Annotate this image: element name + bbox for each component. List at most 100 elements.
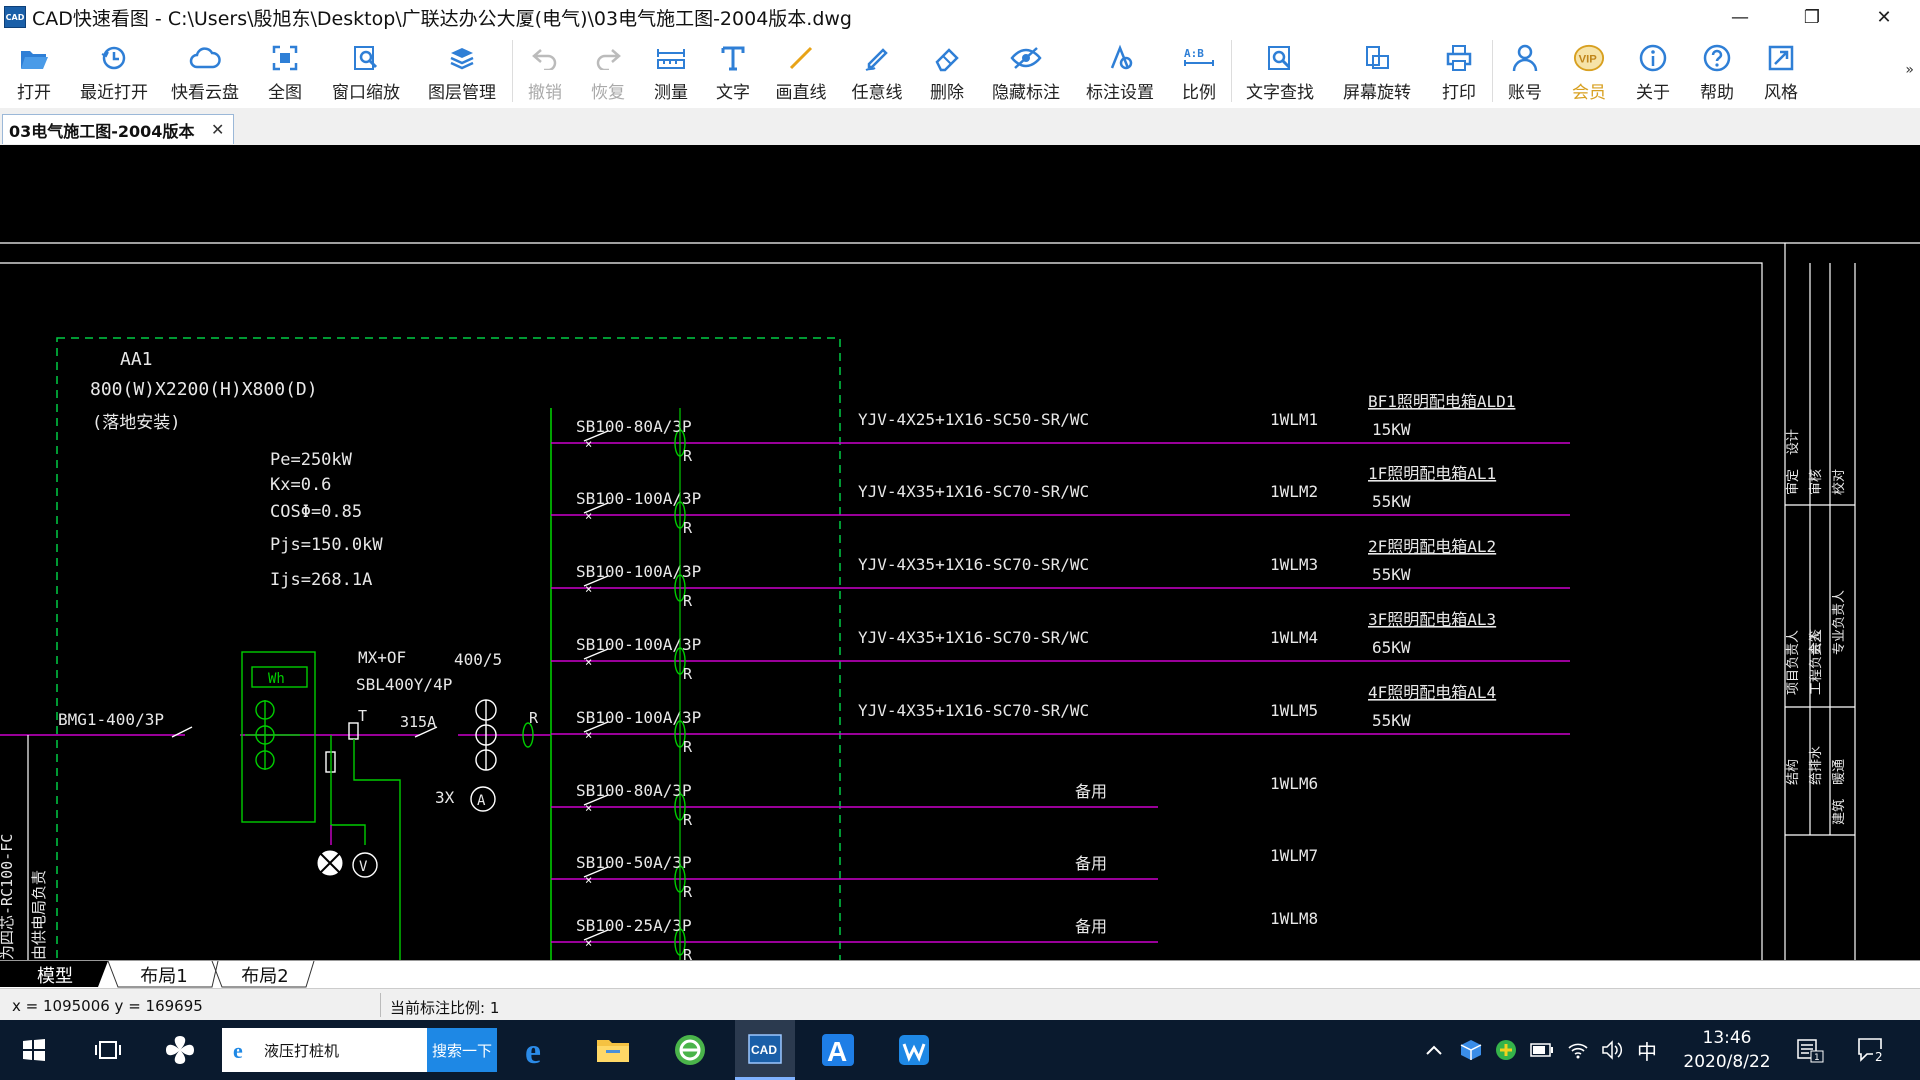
taskbar-search-input[interactable]: e 液压打桩机 [222, 1028, 427, 1072]
ime-indicator[interactable]: 中 [1630, 1020, 1664, 1080]
redo-button[interactable]: 恢复 [577, 34, 639, 108]
account-button[interactable]: 账号 [1493, 34, 1557, 108]
measure-icon [655, 42, 687, 74]
start-button[interactable] [4, 1020, 64, 1080]
cabinet-pjs: Pjs=150.0kW [270, 535, 383, 555]
action-center-button[interactable]: 1 [1790, 1020, 1830, 1080]
wifi-indicator[interactable] [1562, 1020, 1594, 1080]
wps-icon [899, 1035, 929, 1065]
feeder-cable: YJV-4X35+1X16-SC70-SR/WC [858, 701, 1089, 720]
close-button[interactable]: ✕ [1848, 0, 1920, 34]
search-button[interactable]: 搜索一下 [427, 1028, 497, 1072]
feeder-spare: 备用 [1075, 782, 1107, 801]
text-search-button[interactable]: 文字查找 [1232, 34, 1328, 108]
tray-security-button[interactable] [1490, 1020, 1522, 1080]
file-explorer-button[interactable] [583, 1020, 643, 1080]
feeder-circuit: 1WLM8 [1270, 909, 1318, 928]
notification-button[interactable]: 2 [1850, 1020, 1894, 1080]
security-plus-icon [1496, 1040, 1516, 1060]
recent-open-button[interactable]: 最近打开 [68, 34, 160, 108]
svg-text:e: e [233, 1039, 243, 1061]
document-tab[interactable]: 03电气施工图-2004版本 ✕ [2, 114, 234, 144]
annotation-settings-button[interactable]: 标注设置 [1073, 34, 1167, 108]
undo-button[interactable]: 撤销 [513, 34, 577, 108]
svg-text:VIP: VIP [1579, 54, 1598, 66]
cad-app-button[interactable]: CAD [735, 1020, 795, 1080]
hide-annotation-button[interactable]: 隐藏标注 [979, 34, 1073, 108]
action-count: 1 [1814, 1053, 1820, 1063]
zoom-window-button[interactable]: 窗口缩放 [320, 34, 412, 108]
taskbar-clock[interactable]: 13:46 2020/8/22 [1672, 1026, 1782, 1074]
style-button[interactable]: 风格 [1749, 34, 1813, 108]
print-icon [1443, 42, 1475, 74]
fit-all-button[interactable]: 全图 [250, 34, 320, 108]
feeder-r-label: R [683, 665, 693, 683]
feeder-r-label: R [683, 883, 693, 901]
feeder-breaker-label: SB100-80A/3P [576, 417, 692, 436]
speaker-icon [1602, 1040, 1623, 1060]
tray-cube-button[interactable] [1455, 1020, 1487, 1080]
scale-button[interactable]: A:B 比例 [1167, 34, 1231, 108]
about-button[interactable]: 关于 [1621, 34, 1685, 108]
cabinet-kx: Kx=0.6 [270, 475, 331, 495]
minimize-button[interactable]: — [1704, 0, 1776, 34]
font-a-icon: A [822, 1034, 854, 1067]
app-logo-icon: CAD [4, 6, 26, 28]
title-block-label: 审定 [1786, 469, 1801, 495]
feeder-r-label: R [683, 738, 693, 756]
title-block-label: 审核 [1809, 469, 1824, 495]
cabinet-name: AA1 [120, 349, 153, 370]
feeder-power: 55KW [1372, 565, 1411, 584]
cabinet-pe: Pe=250kW [270, 450, 353, 470]
feeder-r-label: R [683, 447, 693, 465]
supply-note: 由供电局负责 [30, 870, 48, 960]
feeder-group: ×SB100-80A/3PR1WLM1YJV-4X25+1X16-SC50-SR… [551, 392, 1570, 960]
draw-line-button[interactable]: 画直线 [763, 34, 839, 108]
cloud-drive-button[interactable]: 快看云盘 [160, 34, 250, 108]
feeder-breaker-label: SB100-100A/3P [576, 635, 701, 654]
title-block-label: 暖通 [1832, 759, 1847, 785]
incoming-protection [325, 699, 497, 773]
drawing-canvas[interactable]: 审定 审核 校对 设计 会签 专业负责人 项目负责人 工程负责人 建筑 结构 给排水 暖通 AA1 8… [0, 145, 1920, 960]
fan-app-button[interactable] [150, 1020, 210, 1080]
windows-taskbar: e 液压打桩机 搜索一下 e CAD A 中 13:46 2020/8/22 1… [0, 1020, 1920, 1080]
restore-button[interactable]: ❐ [1776, 0, 1848, 34]
cloud-icon [189, 42, 221, 74]
text-button[interactable]: 文字 [703, 34, 763, 108]
layout-tab-1[interactable]: 布局1 [118, 961, 210, 988]
battery-indicator[interactable] [1526, 1020, 1558, 1080]
measure-button[interactable]: 测量 [639, 34, 703, 108]
layout-tab-model[interactable]: 模型 [10, 961, 100, 988]
edge-button[interactable]: e [510, 1020, 570, 1080]
layer-manager-button[interactable]: 图层管理 [412, 34, 512, 108]
feeder-breaker-label: SB100-25A/3P [576, 916, 692, 935]
ie-icon: e [233, 1039, 243, 1061]
print-button[interactable]: 打印 [1426, 34, 1492, 108]
browser-360-button[interactable] [660, 1020, 720, 1080]
cabinet-install: (落地安装) [92, 413, 180, 433]
feeder-circuit: 1WLM6 [1270, 774, 1318, 793]
vip-button[interactable]: VIP 会员 [1557, 34, 1621, 108]
close-tab-icon[interactable]: ✕ [211, 120, 224, 139]
task-view-button[interactable] [78, 1020, 138, 1080]
incoming-breaker-label: BMG1-400/3P [58, 710, 164, 729]
open-button[interactable]: 打开 [0, 34, 68, 108]
font-app-button[interactable]: A [808, 1020, 868, 1080]
layout-tab-2[interactable]: 布局2 [220, 961, 310, 988]
feeder-breaker-label: SB100-50A/3P [576, 853, 692, 872]
toolbar-more-button[interactable]: » [1905, 62, 1914, 78]
style-icon [1765, 42, 1797, 74]
delete-button[interactable]: 删除 [915, 34, 979, 108]
freehand-line-button[interactable]: 任意线 [839, 34, 915, 108]
tray-expand-button[interactable] [1420, 1020, 1448, 1080]
voltmeter-label: V [359, 859, 368, 875]
feeder-power: 55KW [1372, 492, 1411, 511]
volume-indicator[interactable] [1596, 1020, 1628, 1080]
clock-date: 2020/8/22 [1683, 1052, 1771, 1072]
status-divider [380, 993, 381, 1017]
help-button[interactable]: 帮助 [1685, 34, 1749, 108]
feeder-power: 15KW [1372, 420, 1411, 439]
wps-button[interactable] [884, 1020, 944, 1080]
rotate-screen-button[interactable]: 屏幕旋转 [1328, 34, 1426, 108]
feeder-breaker-label: SB100-100A/3P [576, 708, 701, 727]
